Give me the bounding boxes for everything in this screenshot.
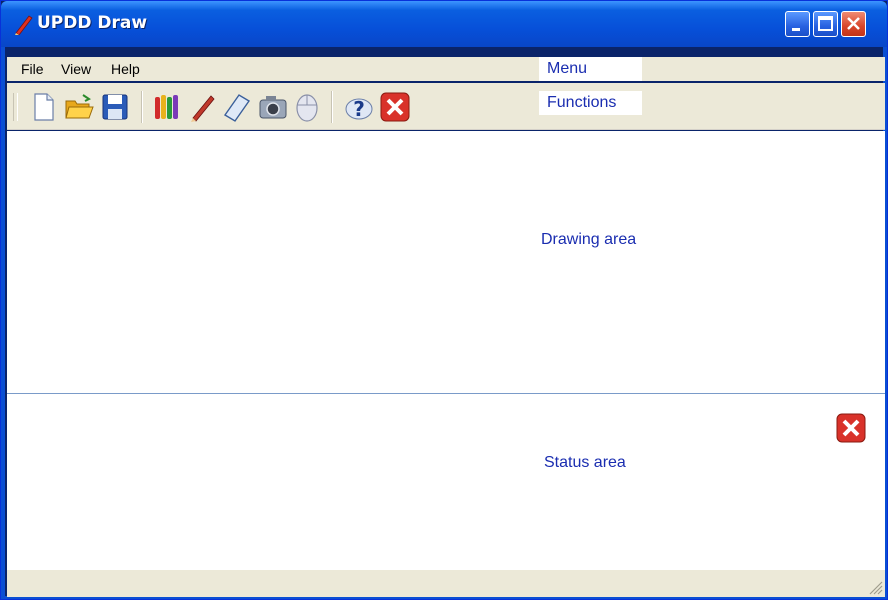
colors-icon[interactable] (151, 91, 183, 123)
minimize-icon (792, 28, 800, 31)
menu-help[interactable]: Help (111, 61, 140, 77)
menu-bar: File View Help Menu (7, 57, 885, 81)
pencil-app-icon (15, 15, 33, 35)
maximize-icon (818, 16, 833, 31)
help-icon[interactable]: ? (343, 91, 375, 123)
mouse-icon[interactable] (291, 91, 323, 123)
toolbar-separator (331, 91, 333, 123)
status-area: Status area (7, 394, 885, 570)
resize-grip-icon[interactable] (867, 579, 883, 595)
svg-text:?: ? (353, 97, 365, 121)
drawing-area-label: Drawing area (541, 231, 637, 248)
title-bar[interactable]: UPDD Draw (1, 1, 887, 47)
close-icon (847, 17, 860, 30)
functions-label: Functions (539, 91, 642, 115)
new-document-icon[interactable] (27, 91, 59, 123)
close-window-button[interactable] (841, 11, 866, 37)
frame-left (1, 47, 5, 599)
camera-icon[interactable] (257, 91, 289, 123)
drawing-area[interactable]: Drawing area (7, 131, 885, 394)
menu-file[interactable]: File (21, 61, 44, 77)
menu-view[interactable]: View (61, 61, 91, 77)
toolbar-separator (141, 91, 143, 123)
save-icon[interactable] (99, 91, 131, 123)
close-icon[interactable] (835, 412, 867, 444)
pen-icon[interactable] (187, 91, 219, 123)
toolbar: ? Functions (7, 83, 885, 130)
minimize-button[interactable] (785, 11, 810, 37)
eraser-icon[interactable] (221, 91, 253, 123)
open-folder-icon[interactable] (63, 91, 95, 123)
status-area-label: Status area (544, 454, 626, 471)
maximize-button[interactable] (813, 11, 838, 37)
close-icon[interactable] (379, 91, 411, 123)
toolbar-grip[interactable] (13, 93, 18, 121)
window-title: UPDD Draw (37, 13, 148, 33)
status-bar (7, 570, 885, 597)
menu-label: Menu (539, 57, 642, 81)
app-window: UPDD Draw File View Help Menu ? Function… (0, 0, 888, 600)
